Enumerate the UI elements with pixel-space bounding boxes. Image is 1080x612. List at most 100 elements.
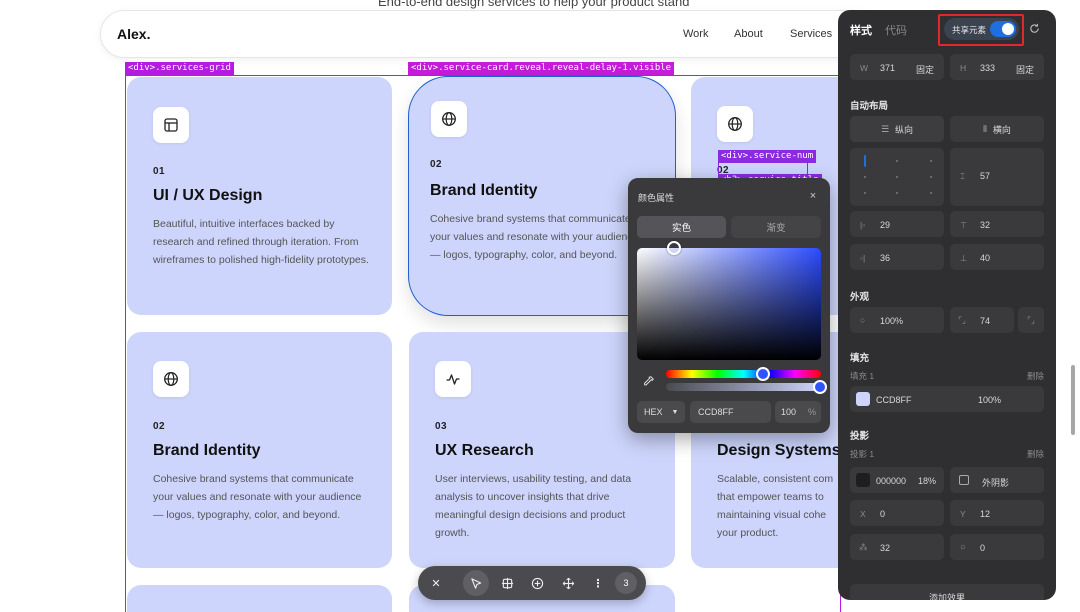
service-title: Design Systems [717,442,841,459]
service-card[interactable]: 01 UI / UX Design Beautiful, intuitive i… [127,77,392,315]
color-opacity-value: 100 [781,407,797,417]
fill-row[interactable]: CCD8FF 100% [850,386,1044,412]
shared-element-toggle-row[interactable]: 共享元素 [944,18,1019,40]
inspector-tag-grid: <div>.services-grid [125,62,234,75]
shadow-hex: 000000 [876,476,906,486]
alpha-slider[interactable] [666,380,827,394]
tab-gradient[interactable]: 渐变 [731,216,821,238]
close-icon[interactable]: ✕ [427,574,445,592]
layout-icon [153,107,189,143]
refresh-icon[interactable] [1027,21,1041,35]
selection-count-badge[interactable]: 3 [615,572,637,594]
horizontal-label: 横向 [992,124,1011,135]
shadow-opacity: 18% [918,476,937,486]
direction-vertical-button[interactable]: ☰ 纵向 [850,116,944,142]
width-field[interactable]: W 371 固定 [850,54,944,80]
hue-slider[interactable] [666,367,821,381]
shared-element-toggle[interactable] [990,21,1016,37]
tab-code[interactable]: 代码 [885,22,907,38]
service-num: 03 [435,421,448,432]
alignment-dot[interactable] [930,160,932,162]
padding-top-field[interactable]: ⊤ 32 [950,211,1044,237]
color-format-select[interactable]: HEX ▼ [637,401,685,423]
floating-toolbar: ✕ ⋮ 3 [418,566,646,600]
add-effect-button[interactable]: 添加效果 [850,584,1044,600]
tab-style[interactable]: 样式 [850,22,872,38]
shadow-type-label: 外阴影 [982,478,1010,488]
alignment-dot[interactable] [896,160,898,162]
alpha-handle[interactable] [813,380,827,394]
fill-swatch[interactable] [856,392,870,406]
radius-field[interactable]: ⌜⌟ 74 [950,307,1014,333]
width-value: 371 [880,63,896,73]
padding-bottom-value: 40 [980,253,991,263]
independent-corners-button[interactable]: ⌜⌟ [1018,307,1044,333]
alignment-dot[interactable] [864,192,866,194]
shadow-y-value: 12 [980,509,991,519]
nav-link-services[interactable]: Services [790,28,832,40]
fill-remove[interactable]: 删除 [1027,370,1044,382]
nav-link-work[interactable]: Work [683,28,708,40]
blur-icon: ⁂ [859,542,868,552]
alignment-grid[interactable] [850,148,944,206]
shadow-remove[interactable]: 删除 [1027,448,1044,460]
activity-icon [435,361,471,397]
saturation-handle[interactable] [667,241,681,255]
close-icon[interactable]: × [805,188,821,204]
shadow-heading: 投影 [850,431,870,442]
service-card[interactable]: 02 Brand Identity Cohesive brand systems… [127,332,392,568]
hue-handle[interactable] [756,367,770,381]
service-desc: Cohesive brand systems that communicate … [430,213,639,261]
alignment-dot[interactable] [864,176,866,178]
color-opacity-input[interactable]: 100 % [775,401,821,423]
eyedropper-icon[interactable] [639,372,657,390]
opacity-field[interactable]: ○ 100% [850,307,944,333]
alignment-dot[interactable] [930,192,932,194]
alignment-dot[interactable] [930,176,932,178]
add-circle-icon[interactable] [528,574,546,592]
height-field[interactable]: H 333 固定 [950,54,1044,80]
width-fixed[interactable]: 固定 [916,63,934,76]
shadow-type-icon [959,475,969,485]
color-picker: 颜色属性 × 实色 渐变 HEX ▼ CCD8FF 100 % [628,178,830,433]
shadow-color-field[interactable]: 000000 18% [850,467,944,493]
shadow-spread-field[interactable]: ☼ 0 [950,534,1044,560]
move-icon[interactable] [559,574,577,592]
shadow-x-value: 0 [880,509,886,519]
horizontal-icon: ⫴ [983,123,987,134]
shadow-swatch[interactable] [856,473,870,487]
chevron-down-icon: ▼ [671,408,679,416]
gap-field[interactable]: ⌶ 57 [950,148,1044,206]
inspector-tag-card: <div>.service-card.reveal.reveal-delay-1… [408,62,675,75]
page: End-to-end design services to help your … [0,0,1080,612]
hex-input[interactable]: CCD8FF [690,401,771,423]
logo[interactable]: Alex. [117,26,150,42]
top-nav: Alex. Work About Services [100,10,880,58]
shadow-type-field[interactable]: 外阴影 [950,467,1044,493]
more-vertical-icon[interactable]: ⋮ [589,574,607,592]
tab-solid[interactable]: 实色 [637,216,726,238]
padding-bottom-field[interactable]: ⊥ 40 [950,244,1044,270]
frame-icon[interactable] [498,574,516,592]
add-effect-label: 添加效果 [928,592,965,601]
saturation-field[interactable] [637,241,821,360]
height-fixed[interactable]: 固定 [1016,63,1034,76]
select-cursor-icon[interactable] [467,574,485,592]
shadow-x-field[interactable]: X 0 [850,500,944,526]
shared-element-label: 共享元素 [952,25,987,35]
alignment-dot[interactable] [896,176,898,178]
service-desc: User interviews, usability testing, and … [435,473,632,539]
padding-left-field[interactable]: |▫ 29 [850,211,944,237]
service-desc: Beautiful, intuitive interfaces backed b… [153,218,369,266]
color-picker-title: 颜色属性 [638,193,675,203]
globe-icon [431,101,467,137]
page-scrollbar[interactable] [1071,365,1075,435]
percent-unit: % [808,407,817,417]
shadow-blur-field[interactable]: ⁂ 32 [850,534,944,560]
padding-right-field[interactable]: ▫| 36 [850,244,944,270]
nav-link-about[interactable]: About [734,28,763,40]
shadow-y-field[interactable]: Y 12 [950,500,1044,526]
alignment-dot[interactable] [896,192,898,194]
service-card[interactable] [127,585,392,612]
direction-horizontal-button[interactable]: ⫴ 横向 [950,116,1044,142]
